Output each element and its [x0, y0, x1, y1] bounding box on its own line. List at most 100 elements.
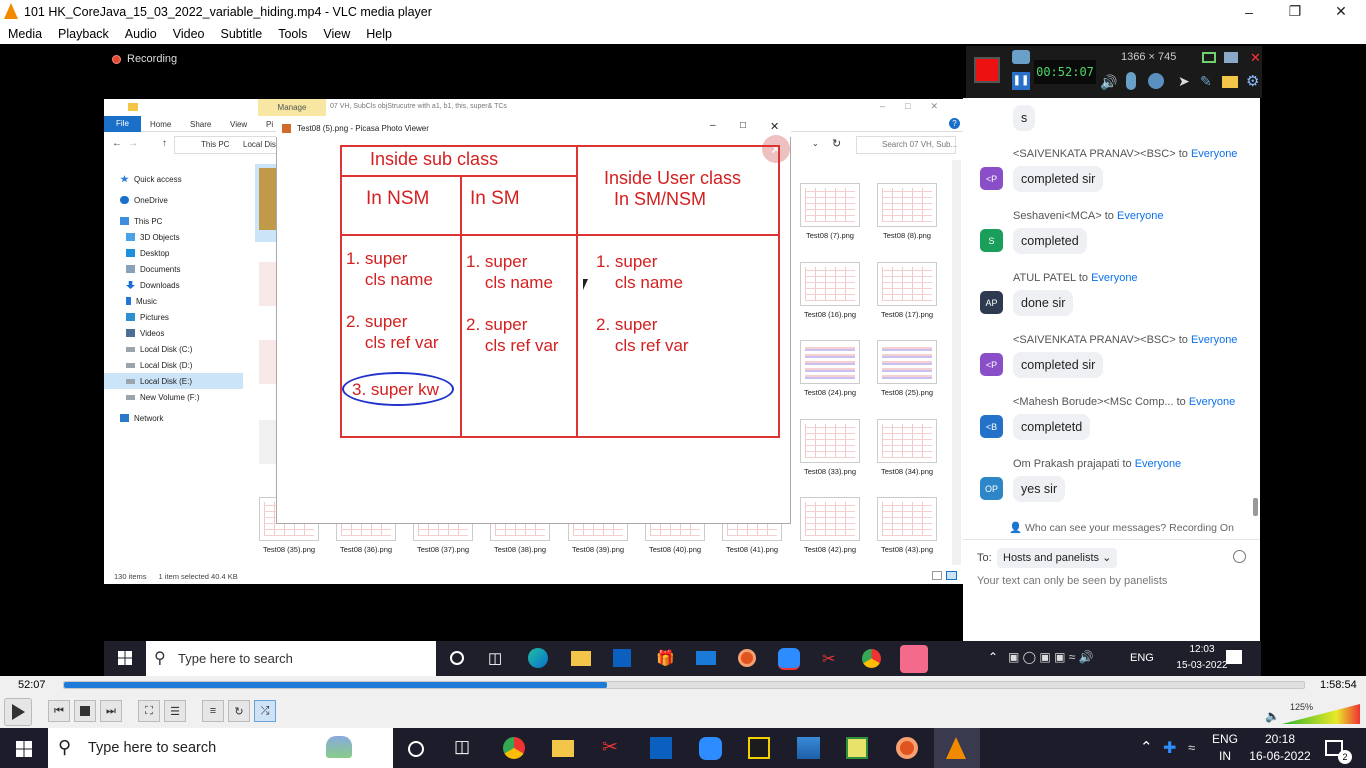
menu-view[interactable]: View	[323, 27, 350, 41]
seek-bar[interactable]	[63, 681, 1305, 689]
snipping-tool-icon[interactable]: ✂	[822, 649, 835, 669]
file-explorer-icon[interactable]	[552, 740, 574, 757]
nav-local-disk-c[interactable]: Local Disk (C:)	[104, 341, 254, 357]
screen-recorder-icon[interactable]	[900, 645, 928, 673]
nav-network[interactable]: Network	[104, 410, 254, 426]
file-explorer-icon[interactable]	[571, 651, 591, 666]
pointer-icon[interactable]: ➤	[1178, 73, 1190, 90]
nav-onedrive[interactable]: OneDrive	[104, 192, 254, 208]
camera-icon[interactable]	[1012, 50, 1030, 64]
path-local-disk[interactable]: Local Dis	[243, 140, 276, 149]
nav-this-pc[interactable]: This PC	[104, 213, 254, 229]
notification-icon[interactable]	[1226, 650, 1242, 664]
nav-quick-access[interactable]: Quick access	[104, 171, 254, 187]
minimize-button[interactable]: –	[1226, 0, 1272, 23]
close-panel-icon[interactable]: ✕	[1250, 50, 1261, 66]
play-button[interactable]	[4, 698, 32, 726]
chrome-profile-icon[interactable]	[503, 737, 525, 759]
speaker-icon[interactable]: 🔊	[1100, 74, 1117, 91]
ribbon-view-tab[interactable]: View	[230, 120, 247, 129]
menu-playback[interactable]: Playback	[58, 27, 109, 41]
loop-button[interactable]: ↻	[228, 700, 250, 722]
thumbnail[interactable]	[800, 419, 860, 463]
tiles-view-icon[interactable]	[946, 571, 957, 580]
nav-local-disk-e[interactable]: Local Disk (E:)	[104, 373, 243, 389]
manage-tab[interactable]: Manage	[258, 99, 326, 116]
window-icon[interactable]	[1202, 52, 1216, 63]
details-view-icon[interactable]	[932, 571, 942, 580]
thumbnail[interactable]	[800, 183, 860, 227]
menu-subtitle[interactable]: Subtitle	[221, 27, 263, 41]
record-app-icon[interactable]	[896, 737, 918, 759]
partial-thumbnail[interactable]	[259, 420, 276, 464]
task-view-icon[interactable]: ◫	[488, 649, 502, 667]
spreadsheet-icon[interactable]	[846, 737, 868, 759]
thumbnail[interactable]	[877, 419, 937, 463]
zoom-icon[interactable]	[778, 648, 800, 670]
nav-pictures[interactable]: Pictures	[104, 309, 254, 325]
picasa-minimize-button[interactable]: –	[710, 120, 716, 131]
chat-scrollbar[interactable]	[1253, 498, 1258, 516]
close-button[interactable]: ✕	[1318, 0, 1364, 23]
visibility-note[interactable]: 👤 Who can see your messages? Recording O…	[1009, 521, 1234, 534]
menu-tools[interactable]: Tools	[278, 27, 307, 41]
refresh-icon[interactable]: ↻	[832, 137, 841, 150]
store-icon[interactable]	[613, 649, 631, 667]
nav-music[interactable]: Music	[104, 293, 254, 309]
cortana-icon[interactable]	[408, 741, 424, 757]
mail-icon[interactable]	[696, 651, 716, 665]
tray-chevron-icon[interactable]: ⌃	[988, 650, 998, 664]
picasa-maximize-button[interactable]: □	[740, 120, 746, 131]
partial-thumbnail[interactable]	[259, 262, 276, 306]
thumbnail[interactable]	[800, 340, 860, 384]
pause-button[interactable]: ❚❚	[1012, 72, 1030, 90]
pen-icon[interactable]: ✎	[1200, 73, 1212, 90]
network-icon[interactable]: ≈	[1188, 740, 1195, 755]
stop-button[interactable]	[74, 700, 96, 722]
mute-icon[interactable]: 🔈	[1265, 709, 1280, 723]
maximize-button[interactable]: ❐	[1272, 0, 1318, 23]
menu-video[interactable]: Video	[173, 27, 205, 41]
zoom-icon[interactable]	[699, 737, 722, 760]
shuffle-button[interactable]: ⤮	[254, 700, 276, 722]
thumbnail[interactable]	[877, 340, 937, 384]
nav-documents[interactable]: Documents	[104, 261, 254, 277]
dropdown-icon[interactable]: ⌄	[812, 139, 819, 148]
thumbnail[interactable]	[800, 497, 860, 541]
cortana-icon[interactable]	[450, 651, 464, 665]
thumbnail[interactable]	[877, 262, 937, 306]
nav-new-volume-f[interactable]: New Volume (F:)	[104, 389, 254, 405]
chat-input[interactable]: Your text can only be seen by panelists	[977, 575, 1167, 587]
back-arrow-icon[interactable]: ←	[112, 138, 122, 149]
weather-icon[interactable]	[326, 736, 352, 758]
tray-chevron-icon[interactable]: ⌃	[1140, 738, 1153, 756]
inner-lang[interactable]: ENG	[1130, 652, 1154, 664]
bluetooth-icon[interactable]: ✚	[1163, 738, 1176, 758]
taskbar-region[interactable]: IN	[1212, 749, 1238, 763]
taskbar-clock-date[interactable]: 16-06-2022	[1242, 749, 1318, 763]
next-button[interactable]: ⏭	[100, 700, 122, 722]
nav-videos[interactable]: Videos	[104, 325, 254, 341]
taskbar-clock-time[interactable]: 20:18	[1250, 732, 1310, 746]
start-button[interactable]	[16, 741, 32, 757]
menu-media[interactable]: Media	[8, 27, 42, 41]
ribbon-home-tab[interactable]: Home	[150, 120, 171, 129]
fullscreen-button[interactable]: ⛶	[138, 700, 160, 722]
previous-button[interactable]: ⏮	[48, 700, 70, 722]
ribbon-share-tab[interactable]: Share	[190, 120, 211, 129]
webcam-icon[interactable]	[1148, 73, 1164, 89]
chrome-icon[interactable]	[862, 649, 881, 668]
partial-thumbnail[interactable]	[259, 168, 276, 230]
folder-icon[interactable]	[1222, 76, 1238, 88]
photos-icon[interactable]	[797, 737, 820, 759]
thumbnail[interactable]	[877, 497, 937, 541]
recipient-dropdown[interactable]: Hosts and panelists ⌄	[997, 548, 1118, 568]
nav-desktop[interactable]: Desktop	[104, 245, 254, 261]
forward-arrow-icon[interactable]: →	[128, 138, 138, 149]
gear-icon[interactable]: ⚙	[1246, 72, 1259, 90]
edge-icon[interactable]	[528, 648, 548, 668]
microphone-icon[interactable]	[1126, 72, 1136, 90]
inner-clock-time[interactable]: 12:03	[1177, 644, 1227, 655]
help-icon[interactable]: ?	[949, 118, 960, 129]
ribbon-file-tab[interactable]: File	[104, 116, 141, 132]
